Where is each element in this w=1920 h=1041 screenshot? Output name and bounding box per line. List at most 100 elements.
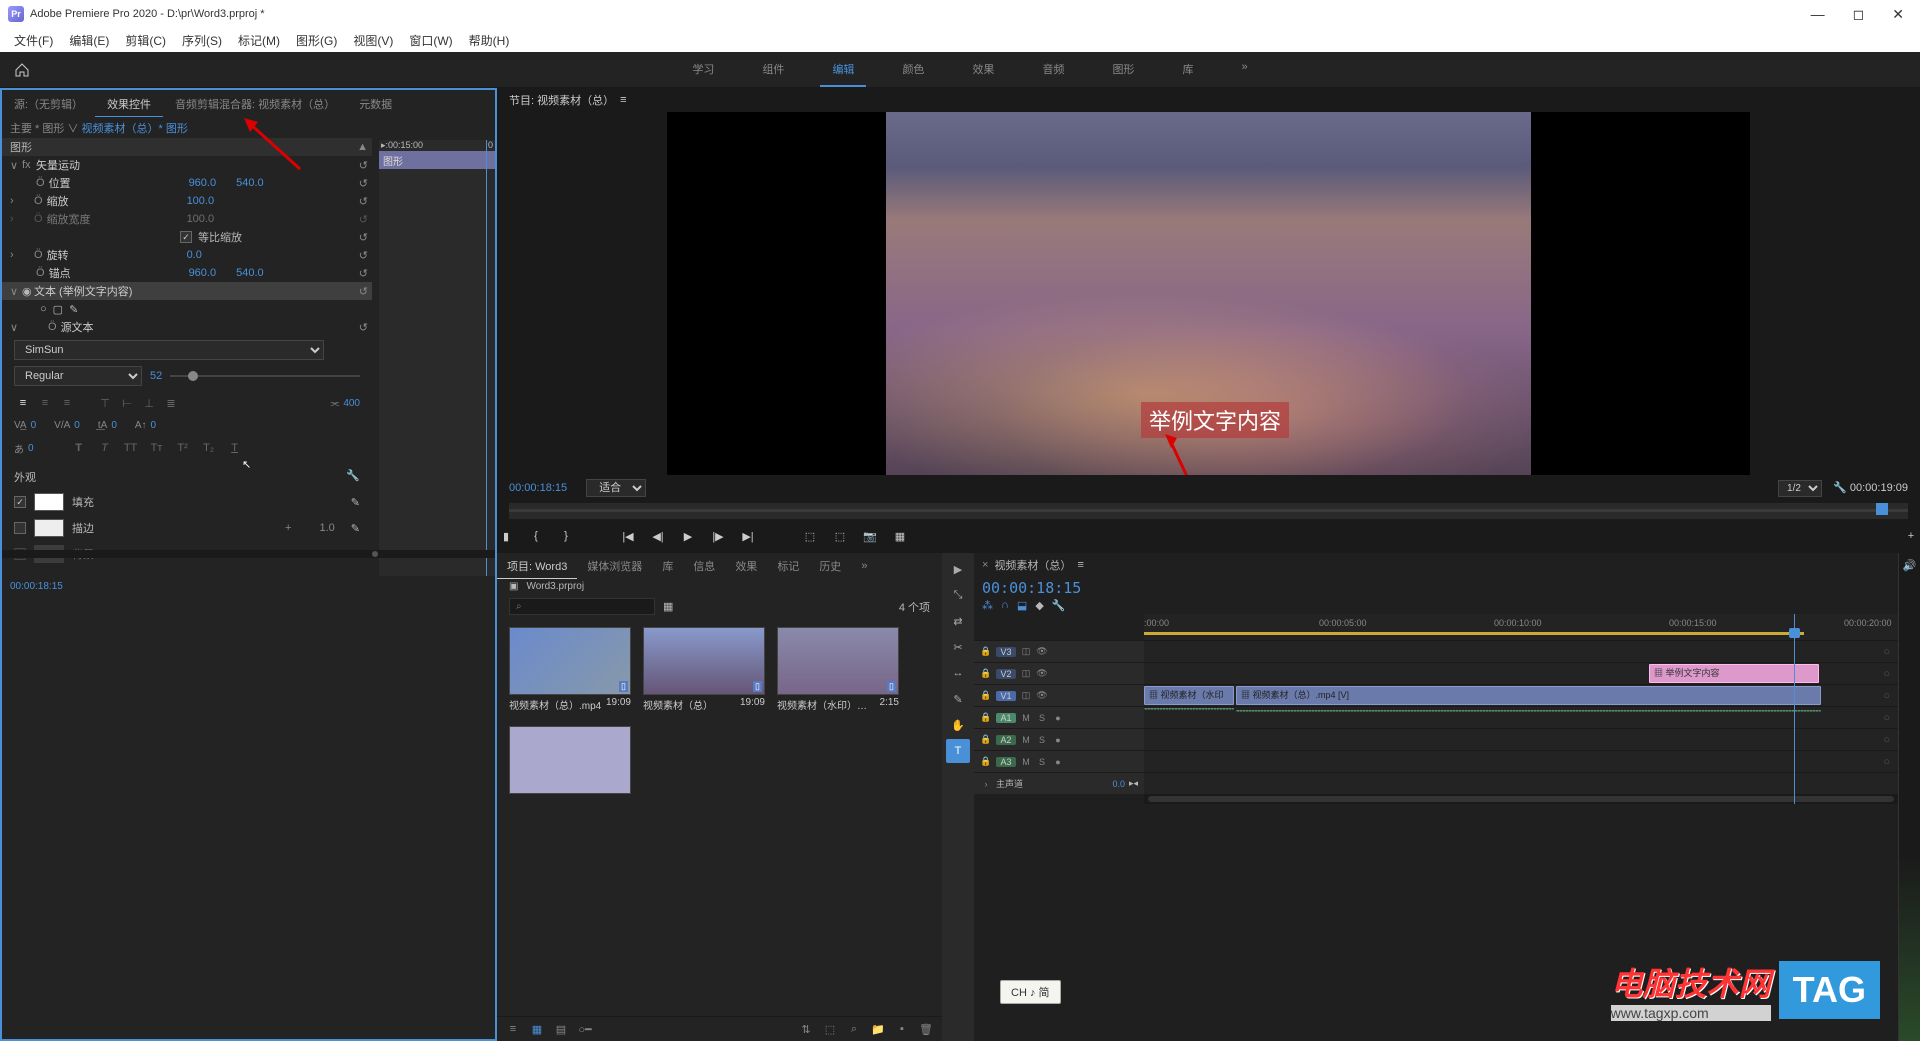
bin-icon[interactable]: ▣ [509, 581, 518, 592]
tab-effects[interactable]: 效果 [725, 554, 767, 578]
timeline-ruler[interactable]: :00:00 00:00:05:00 00:00:10:00 00:00:15:… [1144, 614, 1898, 640]
anchor-x[interactable]: 960.0 [189, 267, 217, 279]
eyedropper-icon[interactable]: ✎ [351, 496, 360, 509]
eyedropper-icon[interactable]: ✎ [351, 522, 360, 535]
mark-clip-icon[interactable]: } [557, 527, 575, 545]
record-icon[interactable]: ● [1052, 712, 1064, 724]
lock-icon[interactable]: 🔒 [980, 690, 992, 702]
reset-icon[interactable]: ↺ [359, 285, 368, 298]
hand-tool-icon[interactable]: ✋ [946, 713, 970, 737]
shape-rect-icon[interactable]: ▢ [53, 303, 63, 316]
wrench-icon[interactable]: 🔧 [1833, 482, 1847, 494]
freeform-view-icon[interactable]: ▤ [553, 1021, 569, 1037]
tab-history[interactable]: 历史 [809, 554, 851, 578]
zoom-slider[interactable]: ○━ [577, 1021, 593, 1037]
slip-tool-icon[interactable]: ↔ [946, 661, 970, 685]
stopwatch-icon[interactable]: Ö [36, 267, 45, 279]
new-item-icon[interactable]: ▪ [894, 1021, 910, 1037]
chevron-icon[interactable]: › [10, 195, 22, 207]
menu-edit[interactable]: 编辑(E) [63, 30, 115, 51]
clip-audio[interactable] [1144, 708, 1234, 710]
align-bottom-icon[interactable]: ⊥ [140, 394, 158, 412]
project-item[interactable]: ▯ 视频素材（水印）…2:15 [777, 627, 899, 714]
stroke-color-swatch[interactable] [34, 519, 64, 537]
menu-sequence[interactable]: 序列(S) [176, 30, 228, 51]
minimize-icon[interactable]: — [1803, 4, 1833, 25]
project-item[interactable] [509, 726, 631, 794]
reset-icon[interactable]: ↺ [359, 249, 368, 262]
lock-icon[interactable]: 🔒 [980, 668, 992, 680]
linked-selection-icon[interactable]: ∩ [1001, 599, 1009, 612]
lock-icon[interactable]: 🔒 [980, 756, 992, 768]
stroke-checkbox[interactable] [14, 522, 26, 534]
search-input[interactable] [509, 598, 655, 615]
keyframe-icon[interactable]: ○ [1883, 756, 1890, 768]
mark-out-icon[interactable]: { [527, 527, 545, 545]
chevron-icon[interactable]: ∨ [10, 285, 22, 298]
align-right-icon[interactable]: ≡ [58, 394, 76, 412]
scale-value[interactable]: 100.0 [187, 195, 215, 207]
rotation-value[interactable]: 0.0 [187, 249, 202, 261]
add-button-icon[interactable]: + [1902, 527, 1920, 545]
subscript-icon[interactable]: T₂ [200, 439, 218, 457]
track-v3[interactable]: V3 [996, 647, 1016, 657]
go-to-out-icon[interactable]: ▶| [739, 527, 757, 545]
list-view-icon[interactable]: ≡ [505, 1021, 521, 1037]
text-layer-label[interactable]: 文本 (举例文字内容) [34, 283, 364, 299]
reset-icon[interactable]: ↺ [359, 159, 368, 172]
zoom-select[interactable]: 1/2 [1778, 480, 1822, 497]
lock-icon[interactable]: 🔒 [980, 734, 992, 746]
thumbnail[interactable] [509, 726, 631, 794]
tab-media-browser[interactable]: 媒体浏览器 [577, 554, 652, 578]
track-v1[interactable]: V1 [996, 691, 1016, 701]
reset-icon[interactable]: ↺ [359, 213, 368, 226]
menu-view[interactable]: 视图(V) [347, 30, 399, 51]
superscript-icon[interactable]: T² [174, 439, 192, 457]
track-v2[interactable]: V2 [996, 669, 1016, 679]
clip-video[interactable]: ▦ 视频素材（总）.mp4 [V] [1236, 686, 1821, 705]
align-center-icon[interactable]: ≡ [36, 394, 54, 412]
wrench-icon[interactable]: 🔧 [1052, 599, 1066, 612]
shape-circle-icon[interactable]: ○ [40, 303, 47, 315]
menu-mark[interactable]: 标记(M) [232, 30, 286, 51]
type-tool-icon[interactable]: T [946, 739, 970, 763]
filter-icon[interactable]: ▦ [663, 600, 673, 613]
menu-file[interactable]: 文件(F) [8, 30, 59, 51]
stopwatch-icon[interactable]: Ö [34, 249, 43, 261]
razor-tool-icon[interactable]: ✂ [946, 635, 970, 659]
va3-value[interactable]: 0 [111, 420, 117, 431]
play-icon[interactable]: ▶ [679, 527, 697, 545]
align-middle-icon[interactable]: ⊢ [118, 394, 136, 412]
solo-icon[interactable]: S [1036, 734, 1048, 746]
mute-icon[interactable]: M [1020, 712, 1032, 724]
step-back-icon[interactable]: ◀| [649, 527, 667, 545]
chevron-icon[interactable]: ∨ [10, 321, 22, 334]
delete-icon[interactable]: 🗑 [918, 1021, 934, 1037]
new-bin-icon[interactable]: 📁 [870, 1021, 886, 1037]
anchor-y[interactable]: 540.0 [236, 267, 264, 279]
keyframe-icon[interactable]: ○ [1883, 712, 1890, 724]
toggle-output-icon[interactable]: ◫ [1020, 668, 1032, 680]
record-icon[interactable]: ● [1052, 734, 1064, 746]
fill-color-swatch[interactable] [34, 493, 64, 511]
menu-help[interactable]: 帮助(H) [463, 30, 516, 51]
stroke-width-value[interactable]: 1.0 [319, 522, 334, 534]
ws-overflow-icon[interactable]: » [1229, 53, 1259, 87]
reset-icon[interactable]: ↺ [359, 267, 368, 280]
record-icon[interactable]: ● [1052, 756, 1064, 768]
eye-icon[interactable]: 👁 [1036, 668, 1048, 680]
ws-library[interactable]: 库 [1170, 53, 1205, 87]
tab-source[interactable]: 源:（无剪辑） [2, 92, 95, 116]
track-a2[interactable]: A2 [996, 735, 1016, 745]
lock-icon[interactable]: 🔒 [980, 712, 992, 724]
ec-mini-timeline[interactable]: ▸:00:15:000 图形 [379, 140, 495, 576]
font-size-slider[interactable] [170, 375, 360, 377]
va4-value[interactable]: 0 [151, 420, 157, 431]
mark-in-icon[interactable]: ▮ [497, 527, 515, 545]
stopwatch-icon[interactable]: Ö [36, 177, 45, 189]
add-stroke-icon[interactable]: + [285, 522, 291, 534]
toggle-output-icon[interactable]: ◫ [1020, 646, 1032, 658]
keyframe-icon[interactable]: ○ [1883, 734, 1890, 746]
smallcaps-icon[interactable]: Tᴛ [148, 439, 166, 457]
project-item[interactable]: ▯ 视频素材（总）.mp419:09 [509, 627, 631, 714]
